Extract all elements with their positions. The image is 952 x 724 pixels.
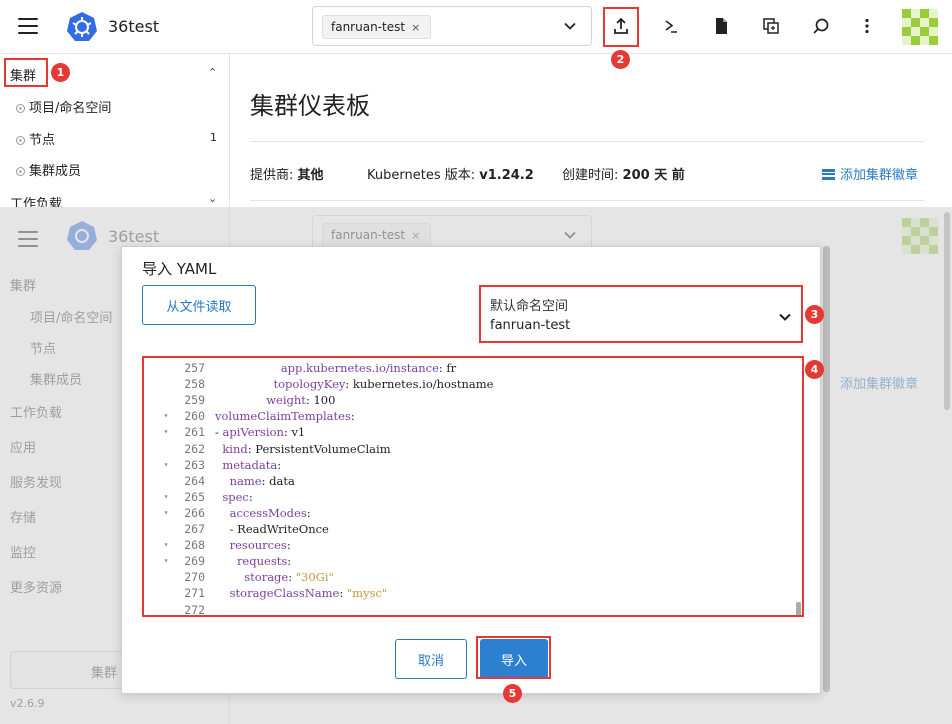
top-header: 36test fanruan-test × — [0, 0, 952, 54]
highlight-box-namespace — [479, 285, 803, 343]
sidebar-item-label: 节点 — [29, 133, 56, 148]
file-icon — [716, 18, 727, 34]
copy-icon — [763, 18, 779, 34]
namespace-chip-label: fanruan-test — [331, 20, 406, 34]
sidebar-item-label: 集群成员 — [29, 164, 82, 179]
copy-kubeconfig-button[interactable] — [754, 9, 788, 43]
cancel-button[interactable]: 取消 — [395, 639, 467, 679]
sidebar-item-members[interactable]: 集群成员 — [16, 160, 81, 179]
dialog-title: 导入 YAML — [142, 260, 217, 278]
namespace-chip: fanruan-test × — [322, 15, 432, 39]
resource-icon — [16, 167, 25, 176]
step-badge-1: 1 — [51, 63, 70, 82]
kubernetes-logo — [67, 12, 97, 41]
provider-value: 其他 — [297, 168, 324, 183]
add-badge-label: 添加集群徽章 — [840, 168, 919, 183]
provider-label: 提供商: — [250, 168, 294, 183]
step-badge-4: 4 — [805, 360, 824, 379]
menu-icon[interactable] — [18, 18, 38, 34]
highlight-box-import — [603, 7, 639, 47]
user-avatar[interactable] — [902, 9, 938, 45]
divider — [250, 141, 924, 142]
sidebar-item-projects[interactable]: 项目/命名空间 — [16, 97, 111, 116]
step-badge-5: 5 — [503, 684, 522, 703]
k8s-version-label: Kubernetes 版本: — [367, 168, 476, 183]
k8s-version-meta: Kubernetes 版本: v1.24.2 — [367, 164, 534, 183]
step-badge-2: 2 — [611, 50, 630, 69]
chevron-up-icon[interactable]: ⌃ — [208, 66, 217, 79]
read-from-file-button[interactable]: 从文件读取 — [142, 285, 256, 325]
chevron-down-icon[interactable]: ⌄ — [208, 192, 217, 205]
search-button[interactable] — [804, 9, 838, 43]
page-scrollbar[interactable] — [944, 212, 950, 410]
created-meta: 创建时间: 200 天 前 — [562, 164, 685, 183]
modal-scrollbar[interactable] — [823, 246, 830, 692]
badge-icon — [822, 169, 835, 180]
chip-remove-icon[interactable]: × — [411, 21, 420, 34]
highlight-box-import-button — [476, 636, 551, 679]
page-title: 集群仪表板 — [250, 92, 370, 120]
terminal-icon — [665, 20, 677, 33]
provider-meta: 提供商: 其他 — [250, 164, 324, 183]
nodes-count: 1 — [210, 131, 217, 144]
resource-icon — [16, 104, 25, 113]
add-cluster-badge-link[interactable]: 添加集群徽章 — [822, 164, 918, 183]
highlight-box-cluster — [4, 58, 48, 87]
kubectl-shell-button[interactable] — [654, 9, 688, 43]
cluster-name: 36test — [108, 17, 160, 36]
highlight-box-editor — [142, 356, 804, 617]
more-actions-button[interactable] — [850, 9, 884, 43]
resource-icon — [16, 136, 25, 145]
search-icon — [813, 18, 829, 34]
more-vertical-icon — [865, 18, 869, 34]
chevron-down-icon[interactable] — [563, 19, 577, 33]
sidebar-item-label: 项目/命名空间 — [29, 101, 112, 116]
namespace-filter[interactable]: fanruan-test × — [312, 6, 592, 46]
created-value: 200 天 前 — [622, 168, 685, 183]
divider — [250, 200, 924, 201]
sidebar-item-nodes[interactable]: 节点 — [16, 129, 55, 148]
k8s-version-value: v1.24.2 — [479, 168, 534, 183]
step-badge-3: 3 — [805, 305, 824, 324]
download-kubeconfig-button[interactable] — [704, 9, 738, 43]
created-label: 创建时间: — [562, 168, 619, 183]
